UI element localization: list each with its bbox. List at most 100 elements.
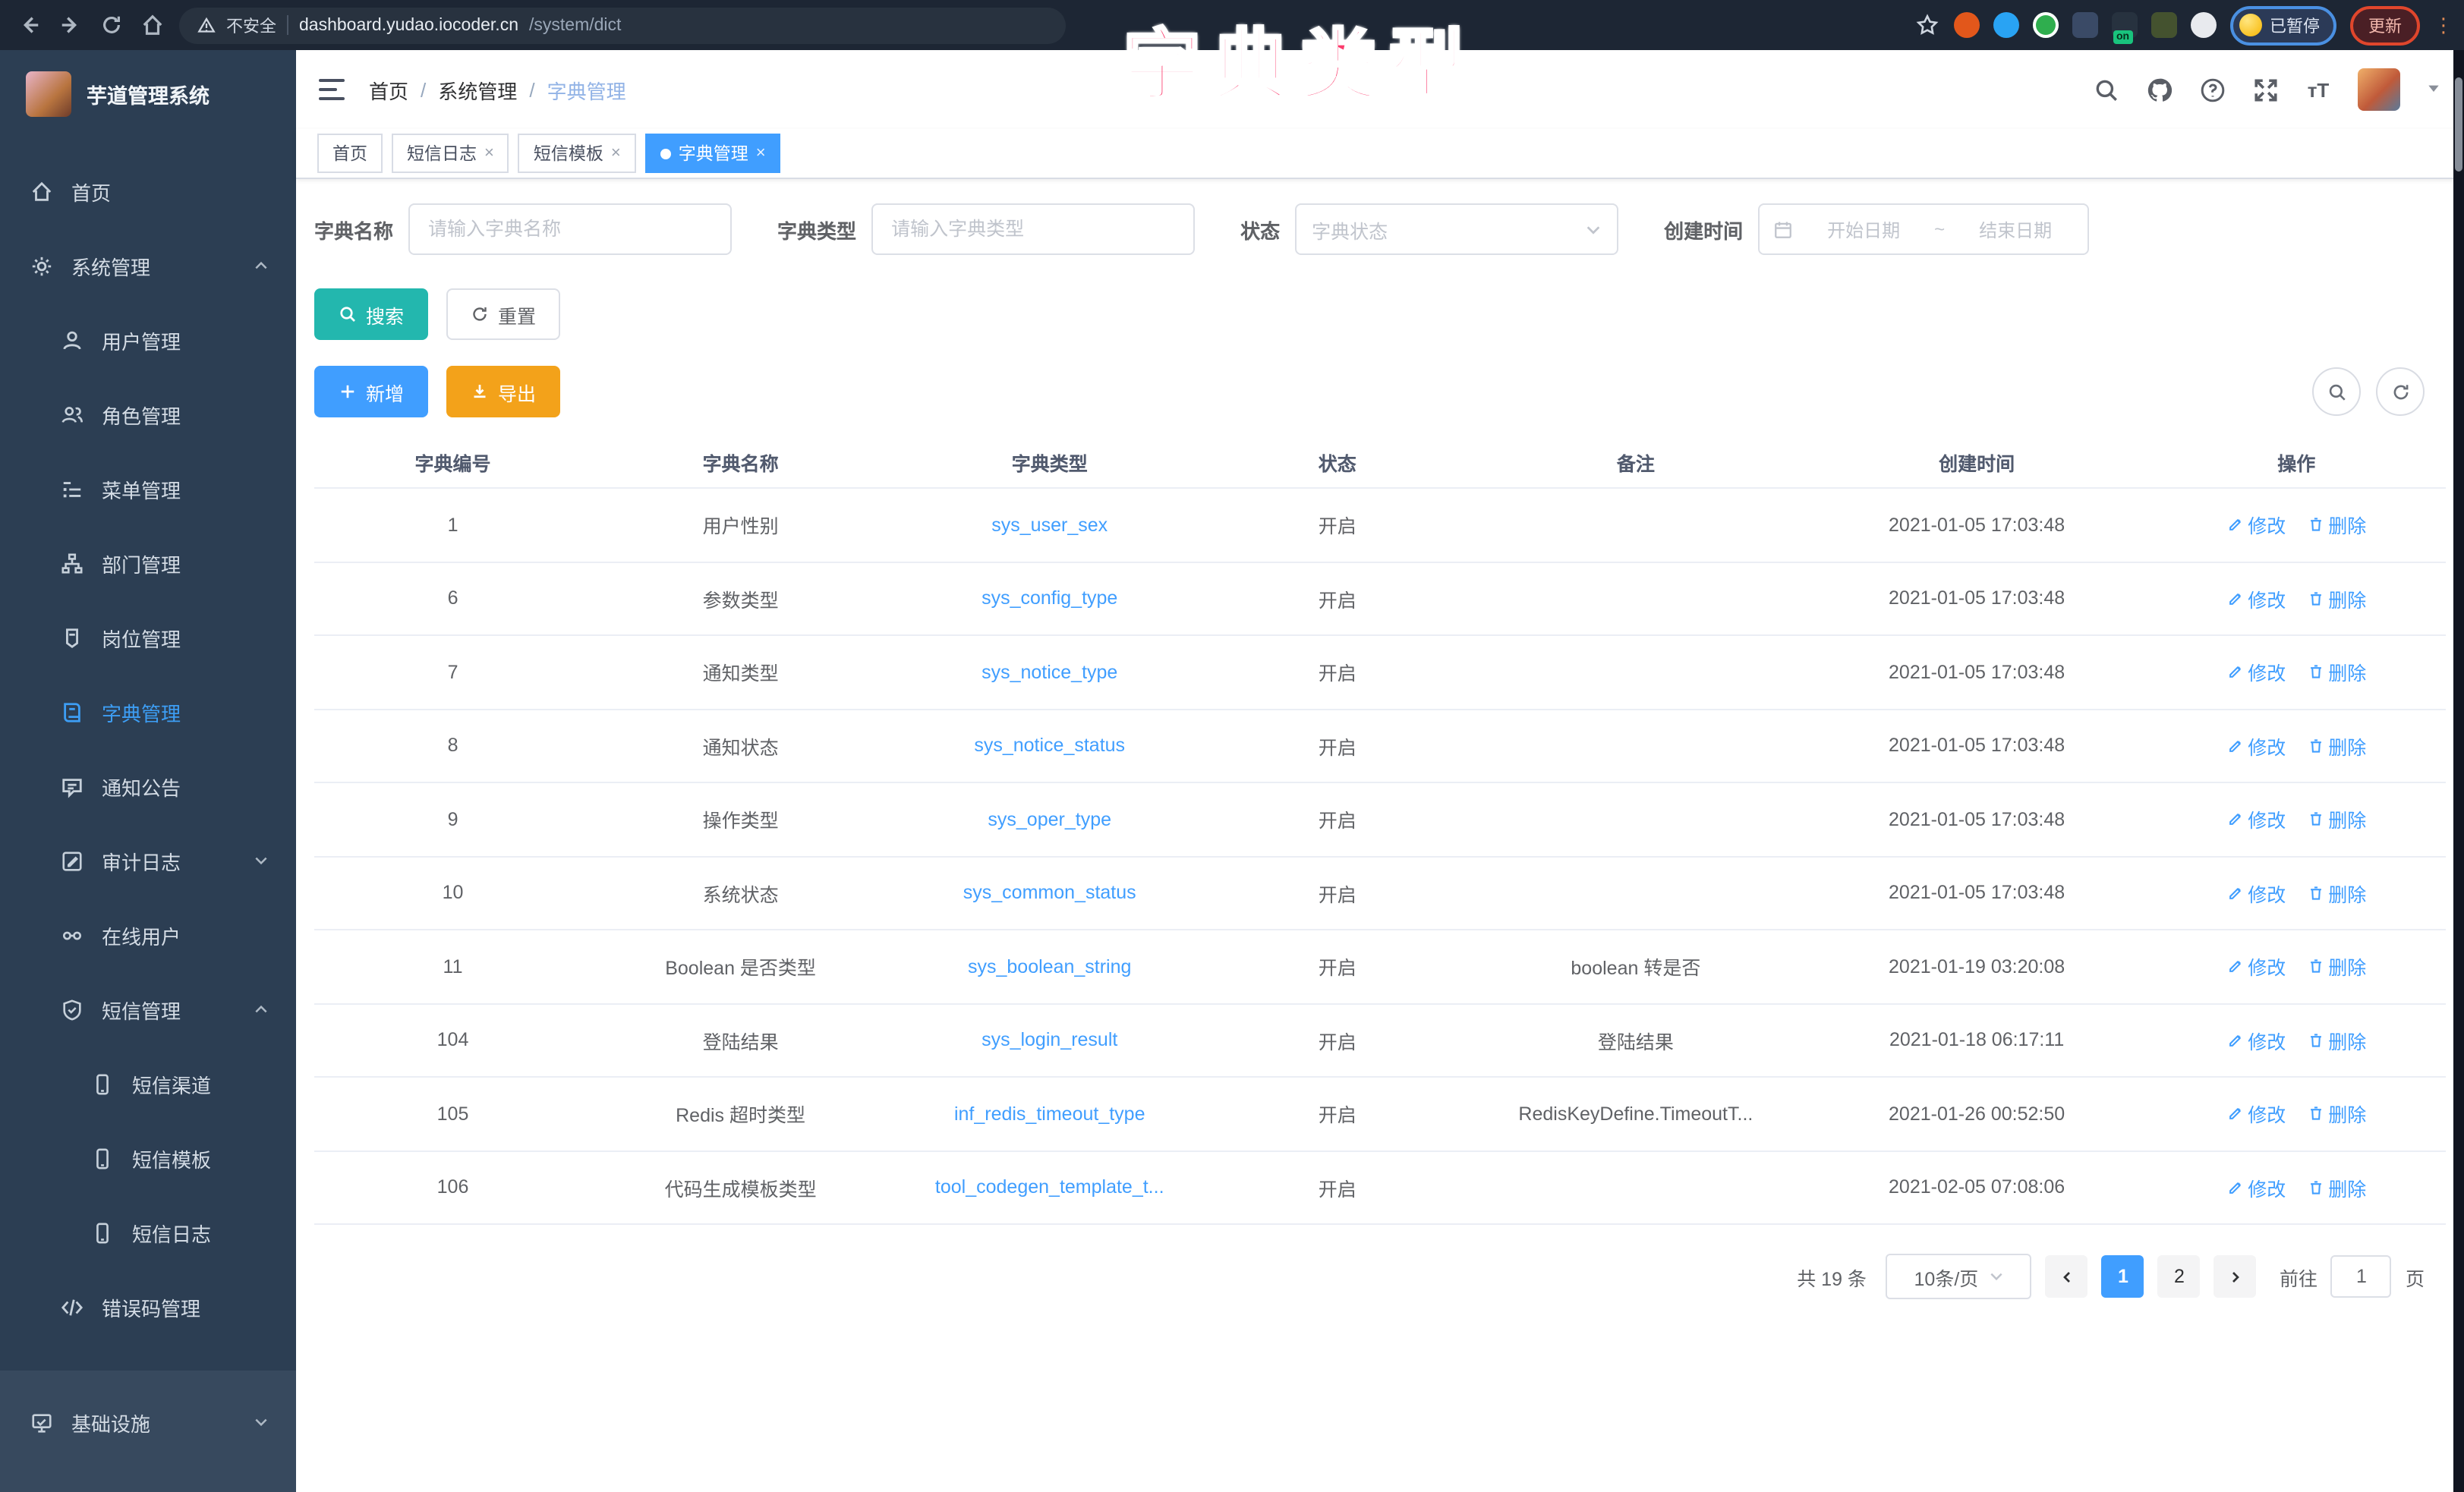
- page-button-2[interactable]: 2: [2158, 1255, 2201, 1298]
- close-icon[interactable]: ×: [611, 144, 621, 162]
- sidebar-item[interactable]: 短信渠道: [0, 1047, 296, 1122]
- toggle-search-button[interactable]: [2312, 367, 2361, 416]
- sidebar-item[interactable]: 通知公告: [0, 750, 296, 824]
- tab-短信模板[interactable]: 短信模板×: [518, 134, 636, 173]
- font-size-icon[interactable]: ᴛT: [2305, 76, 2332, 103]
- dict-type-link[interactable]: sys_notice_type: [982, 662, 1117, 683]
- search-button[interactable]: 搜索: [314, 288, 428, 340]
- ext-orange-circle-icon[interactable]: [1954, 12, 1980, 38]
- delete-button[interactable]: 删除: [2307, 805, 2366, 834]
- close-icon[interactable]: ×: [756, 144, 766, 162]
- delete-button[interactable]: 删除: [2307, 511, 2366, 540]
- goto-page-input[interactable]: [2331, 1255, 2392, 1298]
- add-button[interactable]: 新增: [314, 366, 428, 417]
- window-scrollbar[interactable]: [2453, 50, 2464, 1492]
- dict-type-link[interactable]: tool_codegen_template_t...: [935, 1177, 1164, 1198]
- browser-forward-icon[interactable]: [56, 11, 83, 39]
- edit-button[interactable]: 修改: [2226, 952, 2286, 981]
- delete-button[interactable]: 删除: [2307, 1026, 2366, 1055]
- browser-update-button[interactable]: 更新: [2350, 5, 2420, 45]
- dict-type-link[interactable]: sys_oper_type: [988, 809, 1111, 830]
- next-page-button[interactable]: [2214, 1255, 2257, 1298]
- scrollbar-thumb[interactable]: [2455, 77, 2462, 172]
- browser-reload-icon[interactable]: [97, 11, 124, 39]
- address-bar[interactable]: 不安全 dashboard.yudao.iocoder.cn/system/di…: [179, 7, 1066, 43]
- dict-type-link[interactable]: sys_login_result: [982, 1030, 1117, 1051]
- tab-首页[interactable]: 首页: [317, 134, 383, 173]
- browser-back-icon[interactable]: [15, 11, 43, 39]
- edit-button[interactable]: 修改: [2226, 1026, 2286, 1055]
- question-icon[interactable]: [2198, 76, 2226, 103]
- search-icon[interactable]: [2092, 76, 2119, 103]
- sidebar-item[interactable]: 部门管理: [0, 527, 296, 601]
- refresh-table-button[interactable]: [2376, 367, 2425, 416]
- dict-type-link[interactable]: sys_user_sex: [991, 515, 1108, 536]
- tab-短信日志[interactable]: 短信日志×: [392, 134, 509, 173]
- profile-paused-pill[interactable]: 已暂停: [2230, 5, 2336, 45]
- edit-button[interactable]: 修改: [2226, 1100, 2286, 1128]
- edit-button[interactable]: 修改: [2226, 805, 2286, 834]
- sidebar-item[interactable]: 角色管理: [0, 378, 296, 452]
- delete-button[interactable]: 删除: [2307, 658, 2366, 687]
- sidebar-item[interactable]: 审计日志: [0, 824, 296, 899]
- status-select[interactable]: 字典状态: [1295, 203, 1618, 255]
- edit-button[interactable]: 修改: [2226, 879, 2286, 908]
- delete-button[interactable]: 删除: [2307, 732, 2366, 760]
- date-range-picker[interactable]: 开始日期 ~ 结束日期: [1758, 203, 2089, 255]
- page-size-select[interactable]: 10条/页: [1886, 1254, 2032, 1299]
- delete-button[interactable]: 删除: [2307, 1100, 2366, 1128]
- ext-blue-square-icon[interactable]: [2072, 12, 2098, 38]
- sidebar-item[interactable]: 菜单管理: [0, 452, 296, 527]
- bookmark-star-icon[interactable]: [1913, 11, 1940, 39]
- breadcrumb-item[interactable]: 系统管理: [438, 75, 517, 104]
- fullscreen-icon[interactable]: [2251, 76, 2279, 103]
- page-button-1[interactable]: 1: [2102, 1255, 2144, 1298]
- tab-字典管理[interactable]: 字典管理×: [645, 134, 781, 173]
- hamburger-icon[interactable]: [319, 79, 345, 100]
- ext-green-circle-icon[interactable]: [2033, 12, 2059, 38]
- sidebar-item[interactable]: 用户管理: [0, 304, 296, 378]
- close-icon[interactable]: ×: [484, 144, 494, 162]
- ext-blue-drop-icon[interactable]: [1993, 12, 2019, 38]
- user-caret-down-icon[interactable]: [2426, 76, 2441, 103]
- dict-type-link[interactable]: sys_notice_status: [974, 735, 1125, 757]
- sidebar-item-footer[interactable]: 基础设施: [0, 1392, 296, 1453]
- edit-button[interactable]: 修改: [2226, 584, 2286, 613]
- sidebar-item[interactable]: 短信管理: [0, 973, 296, 1047]
- sidebar-item[interactable]: 短信日志: [0, 1196, 296, 1270]
- delete-button[interactable]: 删除: [2307, 952, 2366, 981]
- app-logo-row[interactable]: 芋道管理系统: [0, 50, 296, 137]
- sidebar-item[interactable]: 岗位管理: [0, 601, 296, 675]
- dict-type-link[interactable]: sys_boolean_string: [968, 956, 1131, 977]
- sidebar-item[interactable]: 字典管理: [0, 675, 296, 750]
- edit-button[interactable]: 修改: [2226, 511, 2286, 540]
- ext-white-paw-icon[interactable]: [2191, 12, 2217, 38]
- edit-button[interactable]: 修改: [2226, 732, 2286, 760]
- delete-button[interactable]: 删除: [2307, 879, 2366, 908]
- sidebar-item[interactable]: 在线用户: [0, 899, 296, 973]
- reset-button[interactable]: 重置: [446, 288, 560, 340]
- sidebar-item[interactable]: 首页: [0, 155, 296, 229]
- export-button[interactable]: 导出: [446, 366, 560, 417]
- delete-button[interactable]: 删除: [2307, 584, 2366, 613]
- edit-button[interactable]: 修改: [2226, 1173, 2286, 1202]
- edit-button[interactable]: 修改: [2226, 658, 2286, 687]
- browser-menu-icon[interactable]: ⋮: [2434, 13, 2449, 37]
- github-icon[interactable]: [2145, 76, 2173, 103]
- dict-name-input[interactable]: [408, 203, 732, 255]
- dict-type-link[interactable]: inf_redis_timeout_type: [954, 1103, 1145, 1125]
- user-avatar[interactable]: [2358, 68, 2400, 111]
- breadcrumb-item[interactable]: 字典管理: [547, 75, 626, 104]
- ext-green-sprout-icon[interactable]: [2151, 12, 2177, 38]
- sidebar-item[interactable]: 系统管理: [0, 229, 296, 304]
- ext-on-badge-icon[interactable]: on: [2112, 12, 2138, 38]
- sidebar-item[interactable]: 错误码管理: [0, 1270, 296, 1345]
- delete-button[interactable]: 删除: [2307, 1173, 2366, 1202]
- dict-type-link[interactable]: sys_config_type: [982, 588, 1117, 609]
- prev-page-button[interactable]: [2046, 1255, 2088, 1298]
- dict-type-input[interactable]: [871, 203, 1195, 255]
- dict-type-link[interactable]: sys_common_status: [963, 883, 1136, 904]
- browser-home-icon[interactable]: [138, 11, 165, 39]
- breadcrumb-item[interactable]: 首页: [369, 75, 408, 104]
- sidebar-item[interactable]: 短信模板: [0, 1122, 296, 1196]
